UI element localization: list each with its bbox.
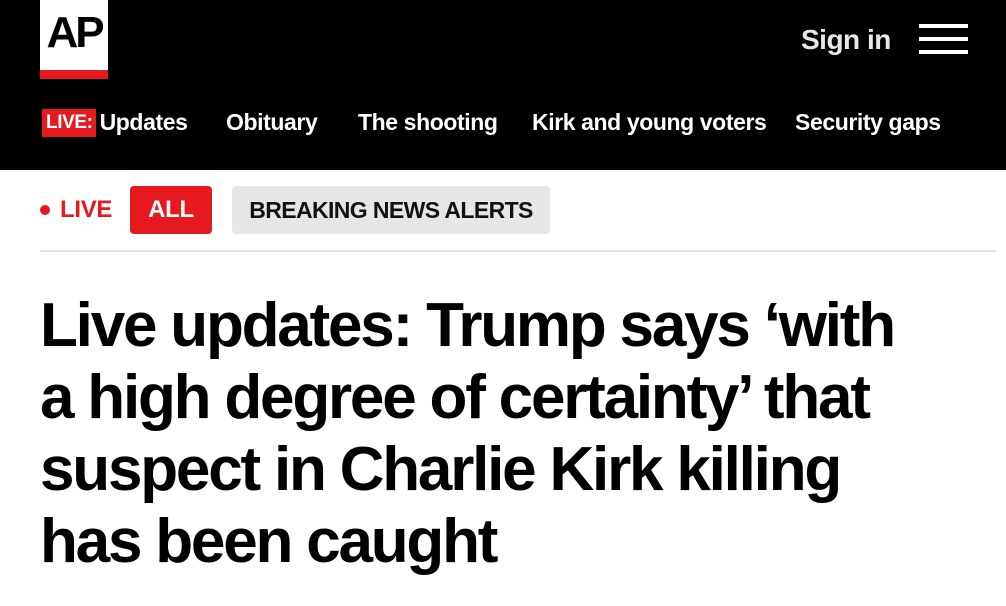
live-dot-icon bbox=[40, 205, 50, 215]
menu-line bbox=[919, 50, 968, 54]
filter-all-button[interactable]: ALL bbox=[130, 186, 212, 234]
article-headline: Live updates: Trump says ‘with a high de… bbox=[40, 291, 896, 576]
ap-logo[interactable]: AP bbox=[40, 0, 108, 79]
logo-text: AP bbox=[46, 8, 104, 57]
hamburger-menu-icon[interactable] bbox=[919, 24, 968, 54]
nav-item-obituary[interactable]: Obituary bbox=[226, 104, 318, 140]
nav-item-label: Updates bbox=[99, 109, 188, 135]
live-tag: LIVE: bbox=[42, 109, 96, 137]
menu-line bbox=[919, 37, 968, 41]
menu-line bbox=[919, 24, 968, 28]
nav-item-updates[interactable]: LIVE: Updates bbox=[42, 104, 188, 140]
nav-item-security-gaps[interactable]: Security gaps bbox=[795, 104, 941, 140]
nav-item-kirk-and-young-voters[interactable]: Kirk and young voters bbox=[532, 104, 767, 140]
divider bbox=[40, 250, 996, 252]
live-coverage-nav: LIVE: Updates Obituary The shooting Kirk … bbox=[0, 104, 1006, 140]
live-indicator: LIVE bbox=[60, 196, 113, 223]
sign-in-link[interactable]: Sign in bbox=[801, 22, 891, 58]
filter-breaking-news-button[interactable]: BREAKING NEWS ALERTS bbox=[232, 186, 550, 234]
logo-stripe bbox=[40, 70, 108, 79]
live-filter-bar: LIVE ALL BREAKING NEWS ALERTS bbox=[0, 186, 1006, 234]
top-header: AP Sign in LIVE: Updates Obituary The sho… bbox=[0, 0, 1006, 170]
nav-item-the-shooting[interactable]: The shooting bbox=[358, 104, 498, 140]
